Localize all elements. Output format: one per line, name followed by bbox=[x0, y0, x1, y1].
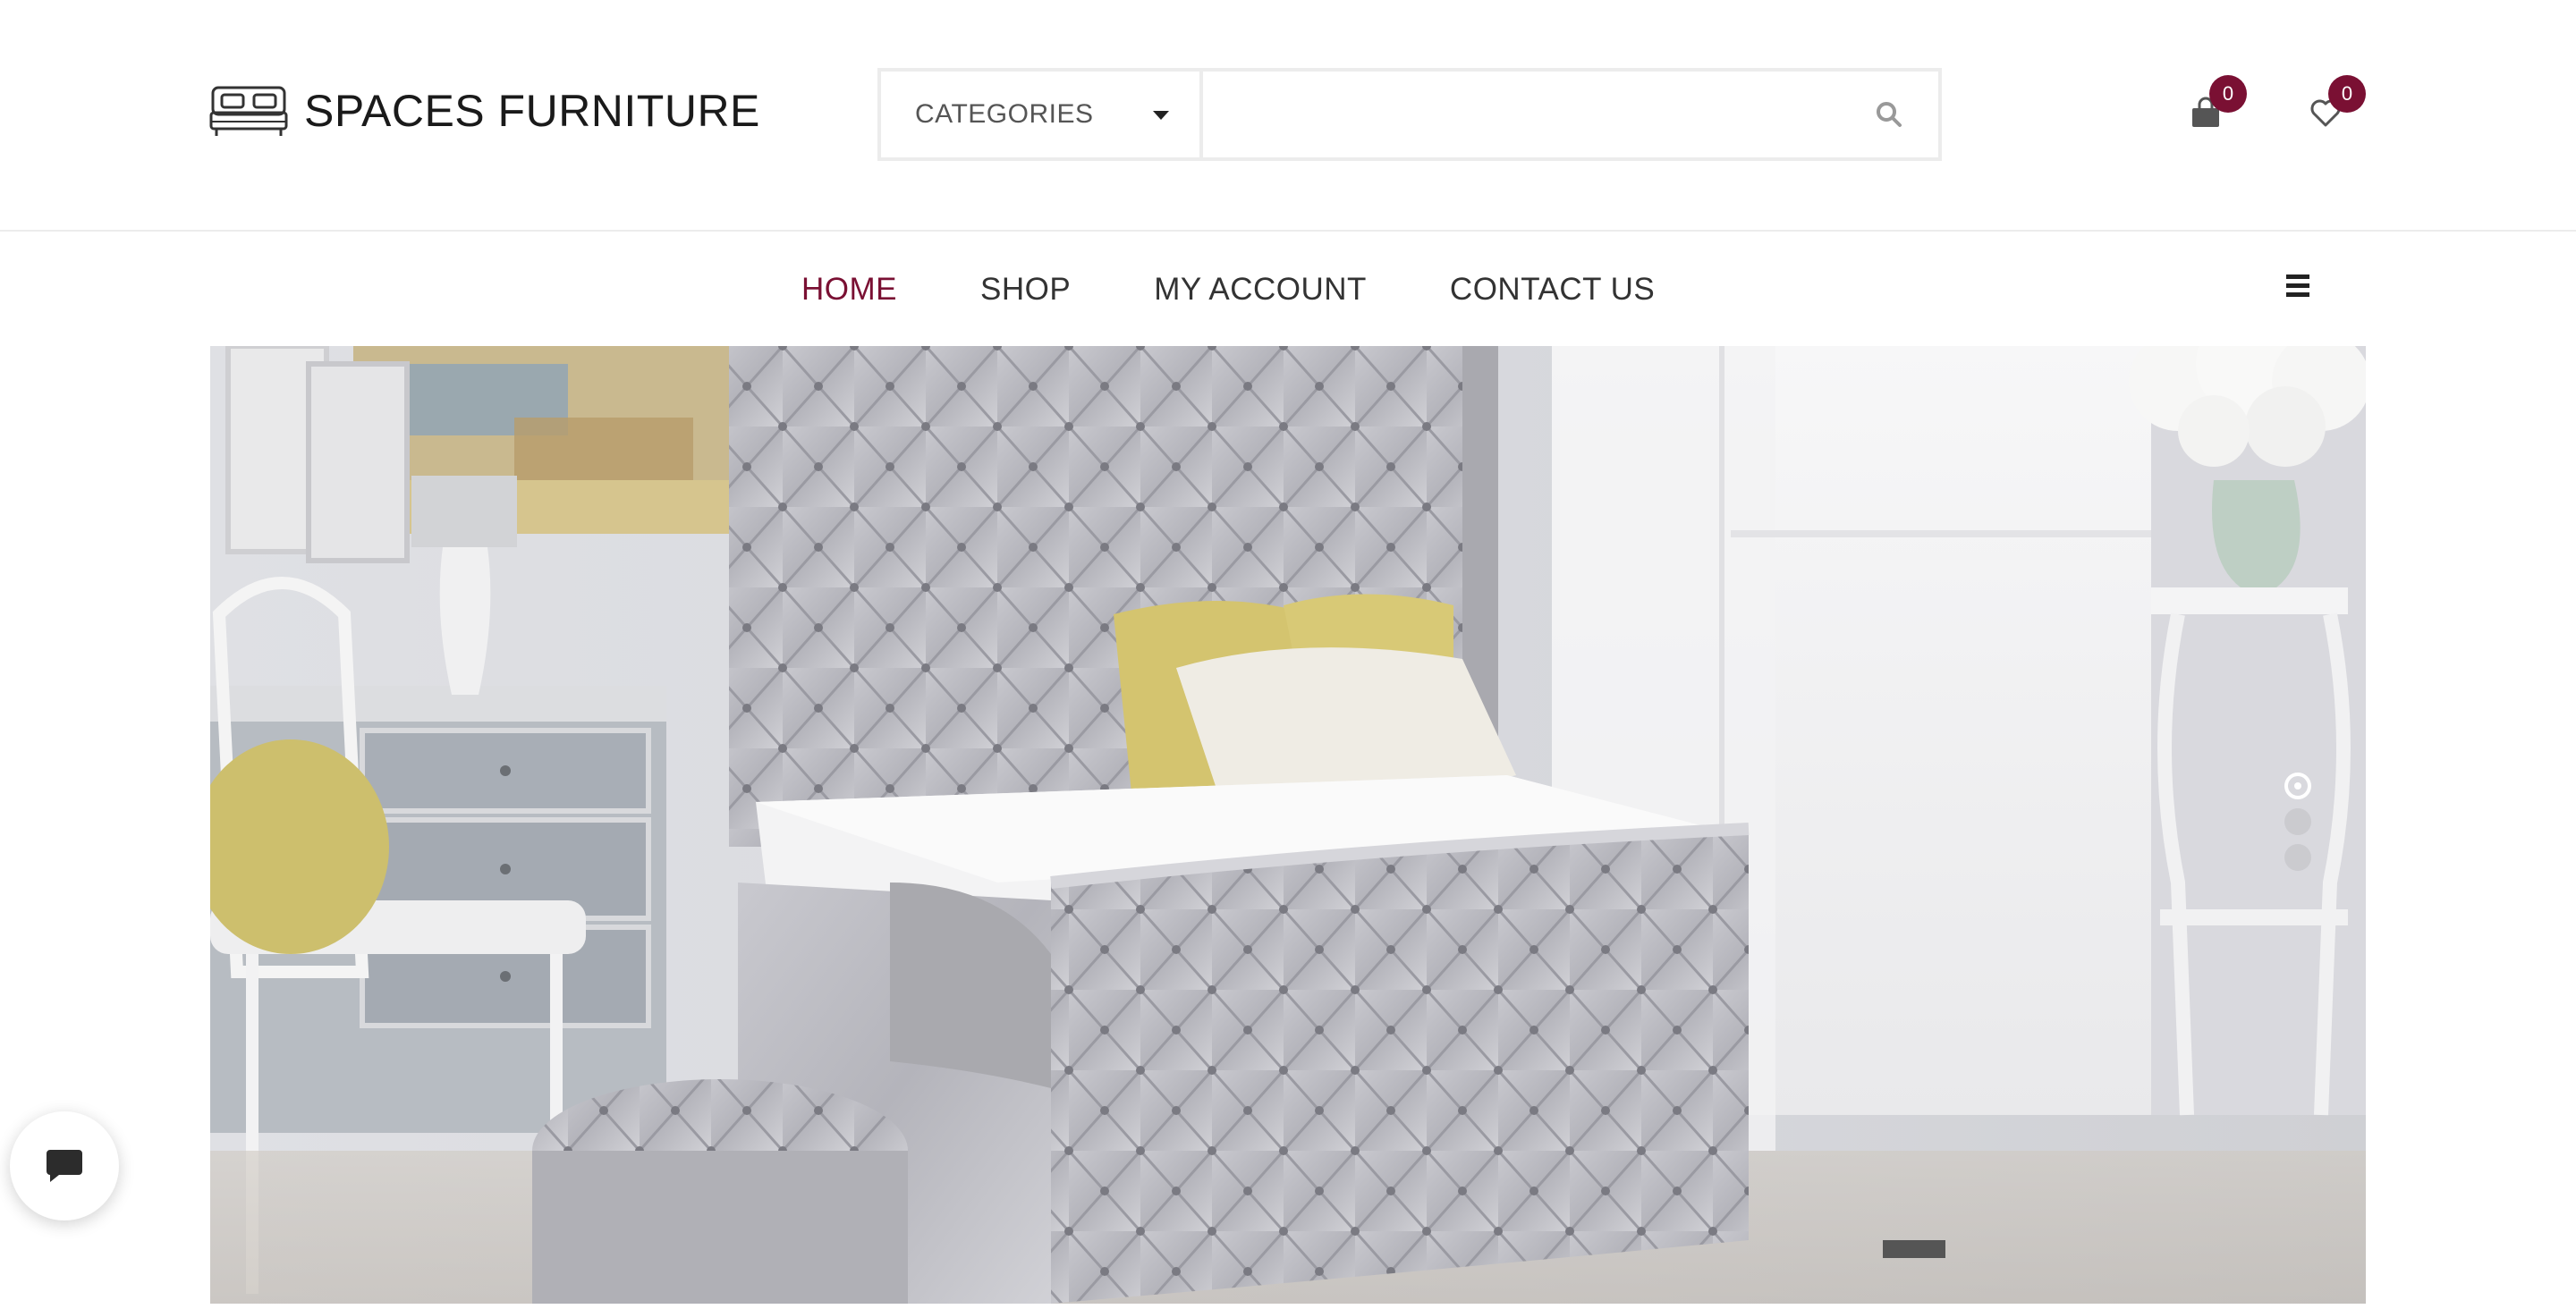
hero-image bbox=[210, 346, 2366, 1304]
search-icon bbox=[1877, 102, 1902, 127]
hamburger-icon[interactable] bbox=[2286, 274, 2313, 301]
nav-item-shop[interactable]: SHOP bbox=[980, 272, 1071, 308]
category-dropdown[interactable]: CATEGORIES bbox=[881, 72, 1203, 157]
nav-menu: HOME SHOP MY ACCOUNT CONTACT US bbox=[801, 233, 1655, 346]
wishlist-count-badge: 0 bbox=[2328, 75, 2366, 113]
site-header: SPACES FURNITURE CATEGORIES 0 0 bbox=[0, 0, 2576, 232]
bed-icon bbox=[209, 86, 288, 136]
hero-slider[interactable] bbox=[210, 346, 2366, 1304]
search-input[interactable] bbox=[1203, 72, 1840, 157]
nav-item-home[interactable]: HOME bbox=[801, 272, 897, 308]
slider-dot-2[interactable] bbox=[2284, 808, 2311, 835]
nav-item-my-account[interactable]: MY ACCOUNT bbox=[1154, 272, 1367, 308]
brand-name: SPACES FURNITURE bbox=[304, 86, 760, 136]
search-bar: CATEGORIES bbox=[877, 68, 1942, 161]
nav-item-contact-us[interactable]: CONTACT US bbox=[1450, 272, 1655, 308]
cart-count-badge: 0 bbox=[2209, 75, 2247, 113]
slider-dot-3[interactable] bbox=[2284, 844, 2311, 871]
logo[interactable]: SPACES FURNITURE bbox=[209, 82, 760, 139]
search-button[interactable] bbox=[1840, 72, 1938, 157]
slider-dot-1[interactable] bbox=[2284, 773, 2311, 799]
slider-pagination bbox=[2284, 773, 2313, 880]
category-dropdown-label: CATEGORIES bbox=[915, 99, 1094, 129]
chat-button[interactable] bbox=[10, 1111, 119, 1220]
chat-bubble-icon bbox=[47, 1150, 82, 1182]
main-navigation: HOME SHOP MY ACCOUNT CONTACT US bbox=[0, 233, 2576, 346]
caret-down-icon bbox=[1153, 111, 1169, 120]
